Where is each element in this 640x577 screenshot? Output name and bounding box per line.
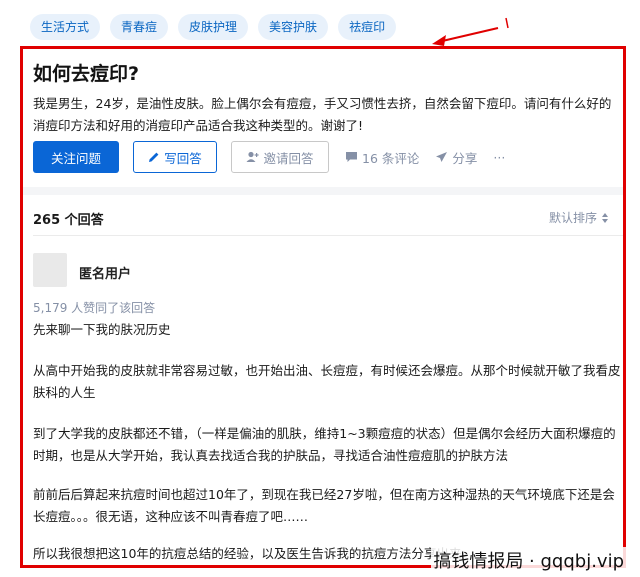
follow-question-button[interactable]: 关注问题 [33, 141, 119, 173]
topic-tags: 生活方式 青春痘 皮肤护理 美容护肤 祛痘印 [30, 14, 397, 40]
header-rule [33, 235, 623, 236]
sort-label: 默认排序 [548, 211, 597, 225]
topic-tag[interactable]: 祛痘印 [338, 14, 397, 40]
topic-tag[interactable]: 生活方式 [30, 14, 101, 40]
author-name[interactable]: 匿名用户 [79, 263, 131, 282]
question-description: 我是男生，24岁，是油性皮肤。脸上偶尔会有痘痘，手又习惯性去挤，自然会留下痘印。… [33, 96, 612, 133]
more-icon: ··· [493, 149, 506, 165]
answer-count: 265 个回答 [33, 213, 104, 228]
write-answer-button[interactable]: 写回答 [133, 141, 217, 173]
pencil-icon [148, 151, 160, 163]
share-link[interactable]: 分享 [435, 148, 477, 167]
share-icon [435, 151, 448, 163]
answer-paragraph: 从高中开始我的皮肤就非常容易过敏，也开始出油、长痘痘，有时候还会爆痘。从那个时候… [33, 363, 621, 400]
answer-paragraph: 到了大学我的皮肤都还不错，（一样是偏油的肌肤，维持1~3颗痘痘的状态）但是偶尔会… [33, 426, 616, 463]
write-answer-label: 写回答 [164, 150, 202, 166]
invite-answer-button[interactable]: 邀请回答 [231, 141, 329, 173]
share-label: 分享 [452, 150, 478, 166]
question-highlight-frame: 如何去痘印? 我是男生，24岁，是油性皮肤。脸上偶尔会有痘痘，手又习惯性去挤，自… [20, 46, 626, 568]
more-button[interactable]: ··· [493, 150, 505, 165]
avatar[interactable] [33, 253, 67, 287]
invite-answer-label: 邀请回答 [263, 150, 314, 166]
agree-count: 5,179 人赞同了该回答 [33, 301, 156, 315]
topic-tag[interactable]: 美容护肤 [258, 14, 329, 40]
add-user-icon [246, 151, 260, 163]
comments-count: 16 条评论 [362, 150, 420, 166]
sort-icon [601, 212, 609, 224]
topic-tag[interactable]: 青春痘 [110, 14, 169, 40]
answer-paragraph: 前前后后算起来抗痘时间也超过10年了，到现在我已经27岁啦，但在南方这种湿热的天… [33, 487, 615, 524]
question-actions: 关注问题 写回答 邀请回答 16 条评论 分享 ··· [33, 141, 505, 173]
topic-tag[interactable]: 皮肤护理 [178, 14, 249, 40]
sort-dropdown[interactable]: 默认排序 [549, 209, 609, 226]
follow-question-label: 关注问题 [50, 150, 101, 166]
answer-paragraph: 先来聊一下我的肤况历史 [33, 322, 171, 337]
section-divider [23, 187, 623, 195]
watermark: 搞钱情报局 · gqqbj.vip [431, 547, 626, 573]
comments-link[interactable]: 16 条评论 [345, 148, 419, 167]
question-title: 如何去痘印? [33, 63, 140, 85]
comment-icon [345, 151, 358, 163]
